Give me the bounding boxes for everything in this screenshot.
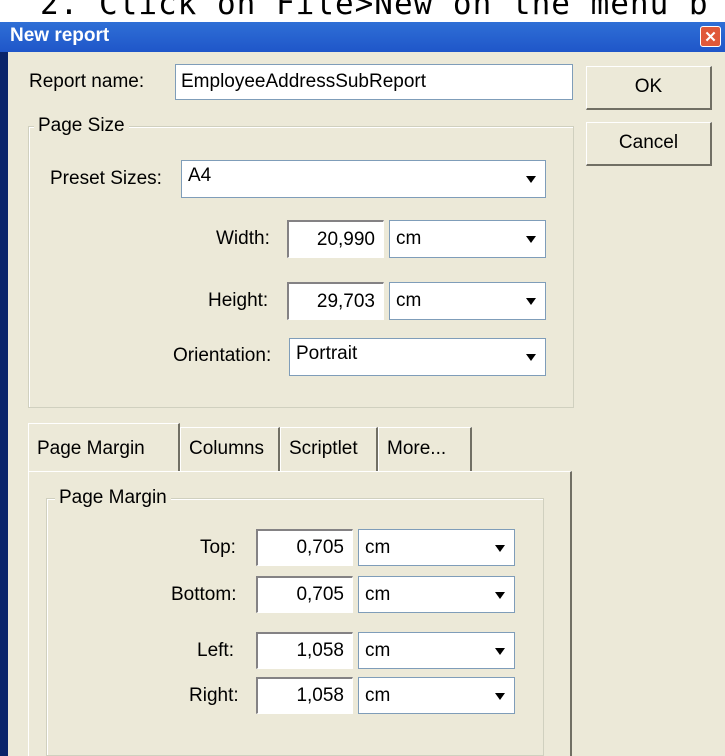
cancel-button[interactable]: Cancel (586, 122, 712, 166)
background-instruction-text: 2. Click on File>New on the menu b (40, 0, 709, 22)
orientation-value: Portrait (296, 343, 358, 364)
right-margin-unit-select[interactable]: cm (358, 677, 515, 714)
chevron-down-icon[interactable] (519, 341, 543, 373)
tab-strip: Page Margin Columns Scriptlet More... (28, 423, 576, 471)
chevron-down-icon[interactable] (488, 532, 512, 563)
top-margin-label: Top: (200, 537, 236, 558)
height-label: Height: (208, 290, 269, 311)
dialog-client-area: Report name: EmployeeAddressSubReport OK… (8, 52, 725, 756)
ok-button[interactable]: OK (586, 66, 712, 110)
preset-sizes-select[interactable]: A4 (181, 160, 546, 198)
height-unit-value: cm (396, 290, 422, 311)
tab-page-margin[interactable]: Page Margin (28, 423, 180, 471)
width-input[interactable]: 20,990 (287, 220, 384, 258)
window-title: New report (10, 25, 110, 46)
left-margin-unit-value: cm (365, 640, 391, 661)
report-name-input[interactable]: EmployeeAddressSubReport (175, 64, 573, 100)
left-margin-label: Left: (197, 640, 234, 661)
tab-scriptlet[interactable]: Scriptlet (280, 427, 378, 471)
report-name-label: Report name: (29, 71, 145, 92)
orientation-select[interactable]: Portrait (289, 338, 546, 376)
height-input[interactable]: 29,703 (287, 282, 384, 320)
bottom-margin-input[interactable]: 0,705 (256, 576, 353, 613)
close-button[interactable]: ✕ (700, 26, 721, 47)
left-margin-input[interactable]: 1,058 (256, 632, 353, 669)
top-margin-unit-value: cm (365, 537, 391, 558)
chevron-down-icon[interactable] (519, 285, 543, 317)
right-margin-label: Right: (189, 685, 239, 706)
chevron-down-icon[interactable] (488, 579, 512, 610)
orientation-label: Orientation: (173, 345, 272, 366)
chevron-down-icon[interactable] (519, 223, 543, 255)
page-margin-legend: Page Margin (55, 487, 171, 509)
preset-sizes-value: A4 (188, 165, 212, 186)
left-margin-unit-select[interactable]: cm (358, 632, 515, 669)
width-label: Width: (216, 228, 270, 249)
preset-sizes-label: Preset Sizes: (50, 168, 162, 189)
chevron-down-icon[interactable] (488, 635, 512, 666)
height-unit-select[interactable]: cm (389, 282, 546, 320)
top-margin-unit-select[interactable]: cm (358, 529, 515, 566)
bottom-margin-unit-value: cm (365, 584, 391, 605)
right-margin-unit-value: cm (365, 685, 391, 706)
width-unit-value: cm (396, 228, 422, 249)
right-margin-input[interactable]: 1,058 (256, 677, 353, 714)
page-size-legend: Page Size (34, 115, 129, 137)
bottom-margin-label: Bottom: (171, 584, 237, 605)
tab-more[interactable]: More... (378, 427, 472, 471)
top-margin-input[interactable]: 0,705 (256, 529, 353, 566)
title-bar[interactable]: New report ✕ (0, 22, 725, 52)
chevron-down-icon[interactable] (519, 163, 543, 195)
bottom-margin-unit-select[interactable]: cm (358, 576, 515, 613)
close-icon: ✕ (704, 29, 717, 46)
new-report-dialog: New report ✕ Report name: EmployeeAddres… (0, 22, 725, 756)
chevron-down-icon[interactable] (488, 680, 512, 711)
tab-columns[interactable]: Columns (180, 427, 280, 471)
width-unit-select[interactable]: cm (389, 220, 546, 258)
